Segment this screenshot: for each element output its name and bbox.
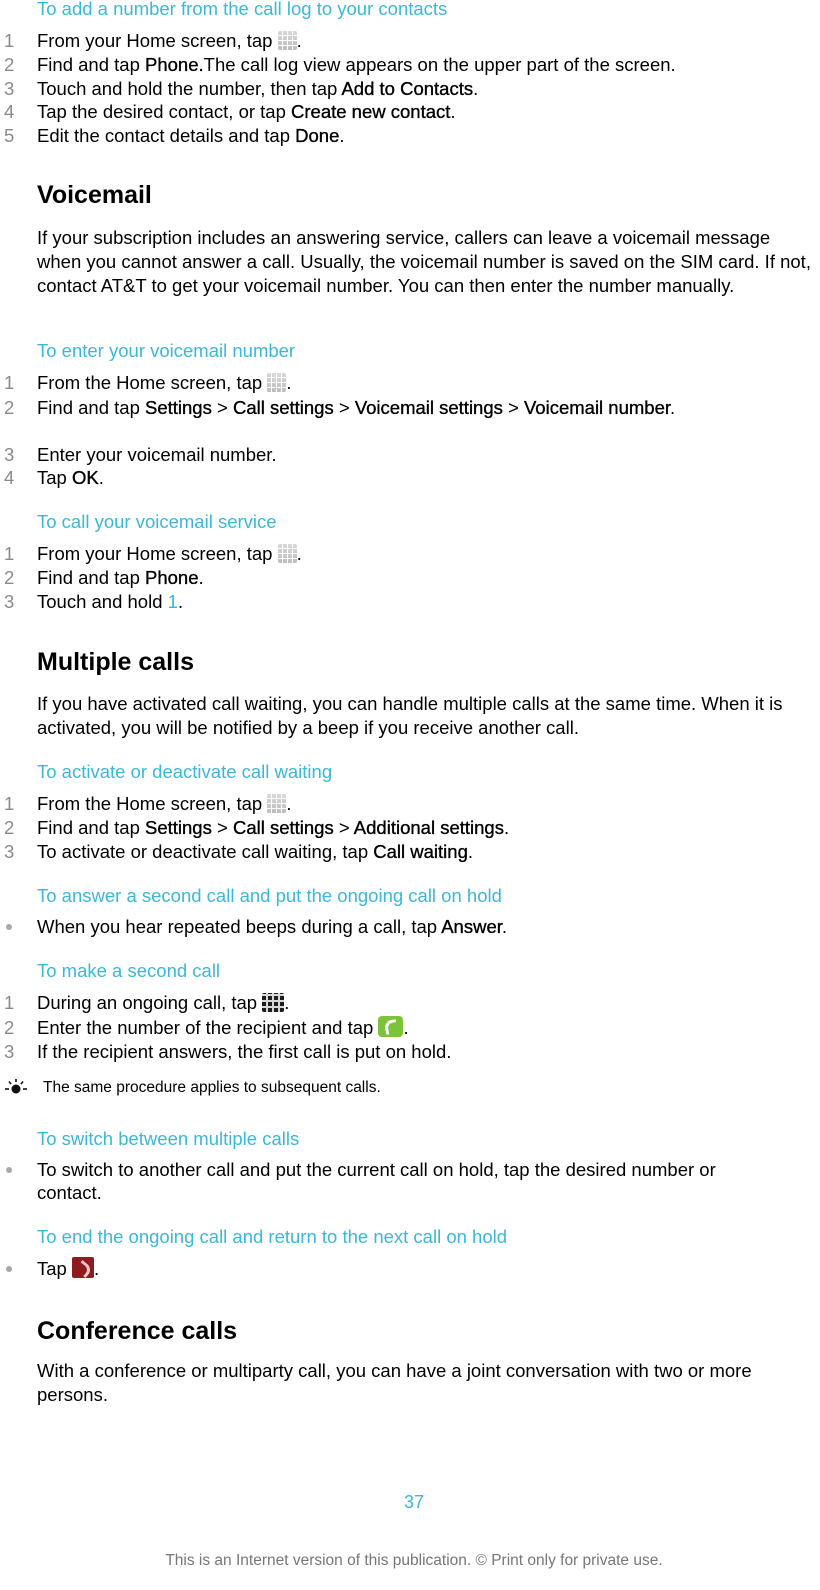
end-call-icon bbox=[71, 1257, 94, 1278]
heading-conference-calls: Conference calls bbox=[37, 1317, 238, 1345]
ui-term-create-new-contact: Create new contact bbox=[291, 101, 451, 122]
paragraph-multiple-calls: If you have activated call waiting, you … bbox=[37, 693, 783, 738]
apps-grid-icon bbox=[277, 31, 297, 50]
subhead-end-call: To end the ongoing call and return to th… bbox=[37, 1226, 508, 1247]
step-number: 4 bbox=[4, 101, 15, 122]
bullet-dot bbox=[6, 1167, 12, 1173]
bullet-dot bbox=[6, 924, 12, 930]
dialpad-key-1: 1 bbox=[167, 591, 178, 612]
subhead-make-second-call: To make a second call bbox=[37, 960, 221, 981]
ui-term-settings: Settings bbox=[145, 397, 212, 418]
step-number: 3 bbox=[4, 444, 15, 465]
subhead-enter-voicemail: To enter your voicemail number bbox=[37, 340, 296, 361]
step-number: 1 bbox=[4, 793, 15, 814]
apps-grid-icon bbox=[277, 544, 297, 563]
step-number: 3 bbox=[4, 841, 15, 862]
step-number: 3 bbox=[4, 78, 15, 99]
step-number: 2 bbox=[4, 817, 15, 838]
subhead-call-waiting: To activate or deactivate call waiting bbox=[37, 761, 333, 782]
ui-term-call-settings: Call settings bbox=[232, 817, 334, 838]
step-number: 1 bbox=[4, 30, 15, 51]
subhead-switch-calls: To switch between multiple calls bbox=[37, 1128, 300, 1149]
ui-term-done: Done bbox=[295, 125, 340, 146]
bullet-dot bbox=[6, 1266, 12, 1272]
call-button-icon bbox=[378, 1016, 404, 1037]
paragraph-voicemail: If your subscription includes an answeri… bbox=[37, 227, 811, 296]
subhead-add-number: To add a number from the call log to you… bbox=[37, 0, 448, 19]
heading-multiple-calls: Multiple calls bbox=[37, 648, 194, 676]
step-number: 3 bbox=[4, 591, 15, 612]
ui-term-phone: Phone bbox=[145, 567, 199, 588]
step-number: 3 bbox=[4, 1041, 15, 1062]
subhead-call-voicemail: To call your voicemail service bbox=[37, 511, 277, 532]
tip-text: The same procedure applies to subsequent… bbox=[43, 1079, 381, 1096]
ui-term-answer: Answer bbox=[441, 916, 502, 937]
step-number: 2 bbox=[4, 1017, 15, 1038]
ui-term-voicemail-settings: Voicemail settings bbox=[354, 397, 503, 418]
dialpad-icon bbox=[262, 993, 285, 1012]
step-number: 4 bbox=[4, 467, 15, 488]
step-number: 1 bbox=[4, 992, 15, 1013]
ui-term-phone: Phone. bbox=[145, 54, 204, 75]
apps-grid-icon bbox=[267, 373, 287, 392]
ui-term-add-to-contacts: Add to Contacts bbox=[341, 78, 474, 99]
ui-term-call-waiting: Call waiting bbox=[373, 841, 468, 862]
step-number: 2 bbox=[4, 54, 15, 75]
apps-grid-icon bbox=[267, 794, 287, 813]
step-number: 2 bbox=[4, 567, 15, 588]
lightbulb-tip-icon bbox=[5, 1079, 27, 1094]
step-number: 5 bbox=[4, 125, 15, 146]
page-number: 37 bbox=[403, 1492, 425, 1512]
ui-term-ok: OK bbox=[71, 467, 99, 488]
step-number: 1 bbox=[4, 372, 15, 393]
footer-notice: This is an Internet version of this publ… bbox=[165, 1552, 663, 1569]
step-number: 2 bbox=[4, 397, 15, 418]
ui-term-additional-settings: Additional settings bbox=[353, 817, 505, 838]
subhead-answer-second-call: To answer a second call and put the ongo… bbox=[37, 885, 502, 906]
ui-term-call-settings: Call settings bbox=[232, 397, 334, 418]
paragraph-conference-calls: With a conference or multiparty call, yo… bbox=[37, 1360, 752, 1405]
ui-term-voicemail-number: Voicemail number bbox=[523, 397, 671, 418]
step-number: 1 bbox=[4, 543, 15, 564]
ui-term-settings: Settings bbox=[145, 817, 212, 838]
heading-voicemail: Voicemail bbox=[37, 181, 152, 209]
